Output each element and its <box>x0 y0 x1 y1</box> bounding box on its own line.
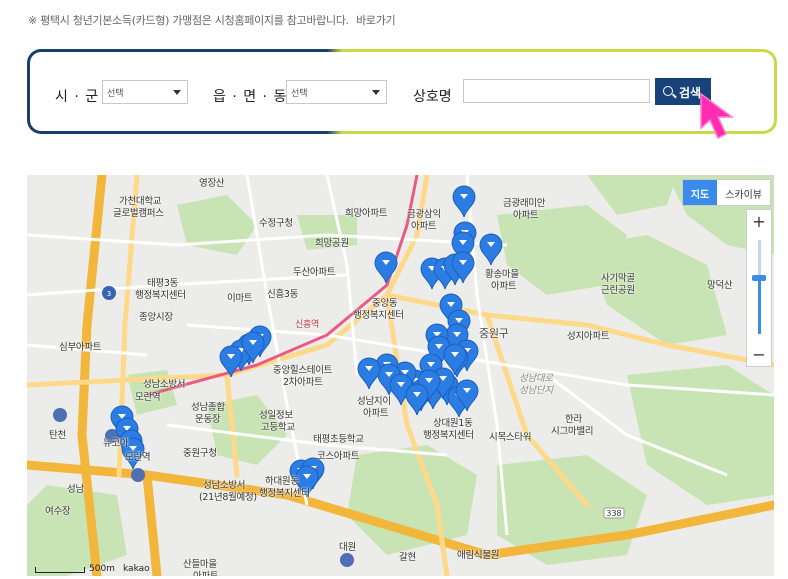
map-type-toggle: 지도 스카이뷰 <box>681 179 771 206</box>
notice-message: ※ 평택시 청년기본소득(카드형) 가맹점은 시청홈페이지를 참고바랍니다. <box>28 14 349 27</box>
map-place-label: 고등학교 <box>261 422 295 433</box>
map-place-label: 신흥역 <box>295 320 319 330</box>
store-name-input[interactable] <box>463 79 650 103</box>
notice-text: ※ 평택시 청년기본소득(카드형) 가맹점은 시청홈페이지를 참고바랍니다. 바… <box>28 12 396 28</box>
notice-link[interactable]: 바로가기 <box>356 14 396 27</box>
map-place-label: 중원구 <box>479 327 509 340</box>
name-label: 상호명 <box>413 89 452 105</box>
map-place-label: 여수장 <box>45 506 71 517</box>
map-place-label: 시그마밸리 <box>551 426 594 437</box>
map-place-label: 이마트 <box>227 293 253 304</box>
map-place-label: 종앙시장 <box>139 312 173 323</box>
map-place-label: 성남단지 <box>519 385 553 396</box>
store-marker-icon[interactable] <box>452 185 476 218</box>
map-place-label: 아파트 <box>363 408 389 419</box>
pointer-cursor-icon <box>700 92 735 140</box>
map-place-label: 성지아파트 <box>567 331 610 342</box>
store-marker-icon[interactable] <box>405 383 429 416</box>
map-place-label: 탄천 <box>49 430 66 441</box>
map-place-label: 영장산 <box>199 178 225 189</box>
store-map[interactable]: 338 3 가천대학교 글로벌캠퍼스 영장산 수정구청 희망아파트 금광삼익 아파트 금광래미… <box>27 175 774 576</box>
search-icon <box>663 86 673 96</box>
map-place-label: 행정복지센터 <box>423 430 474 441</box>
map-place-label: 대원 <box>339 542 356 553</box>
map-place-label: 뉴코아 <box>103 438 129 449</box>
search-panel: 시 · 군 선택 읍 · 면 · 동 선택 상호명 검색 <box>27 49 777 134</box>
map-base: 338 3 <box>27 175 774 576</box>
map-place-label: 애림식물원 <box>457 550 500 561</box>
map-place-label: 수정구청 <box>259 218 293 229</box>
map-place-label: 희망공원 <box>315 238 349 249</box>
scale-label: 500m <box>89 564 115 574</box>
map-place-label: 코스아파트 <box>317 451 360 462</box>
map-place-label: 아파트 <box>411 221 437 232</box>
chevron-down-icon <box>173 90 181 95</box>
map-place-label: 아파트 <box>513 210 539 221</box>
map-place-label: 근린공원 <box>601 285 635 296</box>
town-select-value: 선택 <box>291 89 308 99</box>
map-type-roadmap-button[interactable]: 지도 <box>682 180 718 205</box>
map-place-label: 글로벌캠퍼스 <box>113 208 164 219</box>
chevron-down-icon <box>372 90 380 95</box>
map-place-label: 태평초등학교 <box>313 434 364 445</box>
map-place-label: 모란역 <box>125 452 151 463</box>
map-place-label: 성남 <box>67 484 84 495</box>
map-place-label: 운동장 <box>195 414 221 425</box>
zoom-in-button[interactable]: + <box>747 212 771 231</box>
zoom-slider-handle[interactable] <box>752 275 766 281</box>
zoom-control: + − <box>746 209 772 367</box>
zoom-level-fill <box>758 278 761 334</box>
map-place-label: 중원구청 <box>183 448 217 459</box>
map-place-label: 성남소방서 <box>143 379 186 390</box>
svg-text:3: 3 <box>107 290 111 298</box>
map-place-label: 행정복지센터 <box>259 488 310 499</box>
map-place-label: 시목스타워 <box>489 432 532 443</box>
scale-bar <box>35 567 85 573</box>
svg-text:338: 338 <box>606 509 621 518</box>
map-place-label: 아파트 <box>491 281 517 292</box>
city-label: 시 · 군 <box>55 89 100 105</box>
map-place-label: 갈현 <box>399 552 416 563</box>
map-type-skyview-button[interactable]: 스카이뷰 <box>717 180 770 205</box>
city-select[interactable]: 선택 <box>102 80 188 104</box>
map-place-label: 희망아파트 <box>345 208 388 219</box>
map-place-label: (21년8월예정) <box>199 492 257 503</box>
map-place-label: 2차아파트 <box>283 377 323 388</box>
town-select[interactable]: 선택 <box>286 80 387 104</box>
store-marker-icon[interactable] <box>357 357 381 390</box>
map-attribution: kakao <box>123 564 150 574</box>
map-place-label: 심부아파트 <box>59 342 102 353</box>
map-place-label: 두산아파트 <box>293 267 336 278</box>
store-marker-icon[interactable] <box>479 233 503 266</box>
town-label: 읍 · 면 · 동 <box>213 89 288 105</box>
map-place-label: 망덕산 <box>707 280 733 291</box>
zoom-out-button[interactable]: − <box>747 345 771 364</box>
map-place-label: 모란역 <box>135 392 161 403</box>
city-select-value: 선택 <box>107 89 124 99</box>
map-place-label: 신흥3동 <box>267 289 299 300</box>
map-place-label: 행정복지센터 <box>135 290 186 301</box>
map-place-label: 행정복지센터 <box>353 310 404 321</box>
map-place-label: 아파트 <box>193 568 219 576</box>
